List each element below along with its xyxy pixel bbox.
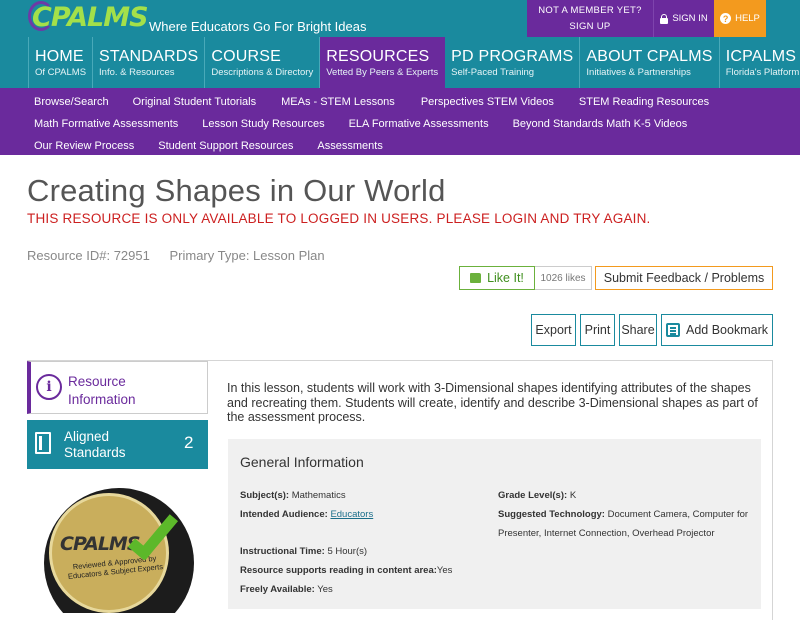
grade-level-label: Grade Level(s):	[498, 490, 568, 501]
sub-nav-meas-stem[interactable]: MEAs - STEM Lessons	[281, 96, 395, 108]
bookmark-icon	[666, 323, 680, 337]
sub-nav-ela-formative[interactable]: ELA Formative Assessments	[349, 118, 489, 130]
sub-nav-review-process[interactable]: Our Review Process	[34, 140, 134, 152]
lock-icon	[660, 13, 669, 24]
sub-nav-student-tutorials[interactable]: Original Student Tutorials	[133, 96, 257, 108]
reading-support-label: Resource supports reading in content are…	[240, 565, 437, 576]
add-bookmark-button[interactable]: Add Bookmark	[661, 314, 773, 346]
reviewed-approved-seal: CPALMS Reviewed & Approved by Educators …	[34, 483, 204, 613]
info-icon: i	[36, 374, 62, 400]
grade-level-value: K	[569, 490, 577, 501]
submit-feedback-button[interactable]: Submit Feedback / Problems	[595, 266, 773, 290]
seal-logo: CPALMS	[60, 533, 141, 555]
suggested-technology-label: Suggested Technology:	[498, 509, 605, 520]
freely-available-value: Yes	[317, 584, 333, 595]
help-icon: ?	[720, 13, 732, 24]
resource-id: Resource ID#: 72951	[27, 248, 150, 263]
sub-nav-row: Math Formative Assessments Lesson Study …	[34, 113, 800, 135]
resource-description: In this lesson, students will work with …	[227, 381, 758, 424]
intended-audience-label: Intended Audience:	[240, 509, 328, 520]
top-bar: CPALMS Where Educators Go For Bright Ide…	[0, 0, 800, 37]
subjects-label: Subject(s):	[240, 490, 290, 501]
share-button[interactable]: Share	[619, 314, 657, 346]
subjects-field: Subject(s): Mathematics	[240, 486, 346, 505]
tab-resource-information[interactable]: i Resource Information	[27, 361, 208, 414]
export-button[interactable]: Export	[531, 314, 576, 346]
sub-nav-browse-search[interactable]: Browse/Search	[34, 96, 109, 108]
sub-nav-row: Browse/Search Original Student Tutorials…	[34, 91, 800, 113]
nav-subtitle: Florida's Platform	[725, 67, 800, 78]
book-icon	[35, 432, 51, 454]
sub-nav-stem-reading[interactable]: STEM Reading Resources	[579, 96, 709, 108]
sign-in-button[interactable]: SIGN IN	[653, 0, 714, 37]
main-nav: HOME Of CPALMS STANDARDS Info. & Resourc…	[0, 37, 800, 88]
instructional-time-field: Instructional Time: 5 Hour(s)	[240, 542, 367, 561]
reading-support-value: Yes	[436, 565, 453, 576]
logo-text: CPALMS	[32, 2, 149, 33]
nav-home[interactable]: HOME Of CPALMS	[28, 37, 94, 88]
sign-up-text: SIGN UP	[569, 21, 611, 32]
instructional-time-label: Instructional Time:	[240, 546, 325, 557]
grade-level-field: Grade Level(s): K	[498, 486, 576, 505]
print-button[interactable]: Print	[580, 314, 615, 346]
resource-meta: Resource ID#: 72951 Primary Type: Lesson…	[27, 248, 325, 263]
sub-nav-lesson-study[interactable]: Lesson Study Resources	[202, 118, 324, 130]
aligned-standards-count: 2	[184, 433, 194, 452]
intended-audience-link[interactable]: Educators	[330, 509, 373, 520]
like-label: Like It!	[487, 271, 524, 285]
add-bookmark-label: Add Bookmark	[686, 323, 768, 337]
aligned-standards-label: Aligned Standards	[64, 429, 126, 460]
freely-available-label: Freely Available:	[240, 584, 315, 595]
nav-subtitle: Info. & Resources	[99, 67, 175, 78]
nav-course[interactable]: COURSE Descriptions & Directory	[205, 37, 321, 88]
sub-nav-beyond-standards[interactable]: Beyond Standards Math K-5 Videos	[513, 118, 688, 130]
nav-title: STANDARDS	[99, 48, 199, 65]
tagline: Where Educators Go For Bright Ideas	[149, 19, 367, 34]
not-member-text: NOT A MEMBER YET?	[538, 5, 642, 16]
general-information-title: General Information	[240, 454, 364, 470]
nav-standards[interactable]: STANDARDS Info. & Resources	[93, 37, 206, 88]
like-button[interactable]: Like It!	[459, 266, 535, 290]
resources-sub-nav: Browse/Search Original Student Tutorials…	[0, 88, 800, 155]
page-title: Creating Shapes in Our World	[27, 173, 446, 208]
instructional-time-value: 5 Hour(s)	[327, 546, 368, 557]
nav-title: RESOURCES	[326, 48, 430, 65]
nav-icpalms[interactable]: ICPALMS Florida's Platform	[720, 37, 800, 88]
nav-subtitle: Descriptions & Directory	[211, 67, 314, 78]
nav-title: ICPALMS	[725, 48, 797, 65]
nav-title: HOME	[35, 48, 84, 65]
nav-subtitle: Of CPALMS	[35, 67, 87, 78]
like-count: 1026 likes	[535, 266, 592, 290]
nav-pd-programs[interactable]: PD PROGRAMS Self-Paced Training	[445, 37, 581, 88]
nav-about[interactable]: ABOUT CPALMS Initiatives & Partnerships	[580, 37, 720, 88]
nav-title: PD PROGRAMS	[451, 48, 574, 65]
tab-aligned-standards[interactable]: Aligned Standards 2	[27, 420, 208, 469]
suggested-technology-field: Suggested Technology: Document Camera, C…	[498, 505, 753, 543]
freely-available-field: Freely Available: Yes	[240, 580, 333, 599]
nav-subtitle: Vetted By Peers & Experts	[326, 67, 439, 78]
sub-nav-math-formative[interactable]: Math Formative Assessments	[34, 118, 178, 130]
thumbs-up-icon	[470, 273, 482, 283]
sign-in-label: SIGN IN	[672, 13, 708, 24]
sub-nav-perspectives-stem[interactable]: Perspectives STEM Videos	[421, 96, 554, 108]
sub-nav-student-support[interactable]: Student Support Resources	[158, 140, 293, 152]
nav-resources[interactable]: RESOURCES Vetted By Peers & Experts	[320, 37, 446, 88]
general-information-panel: General Information Subject(s): Mathemat…	[228, 439, 761, 609]
subjects-value: Mathematics	[291, 490, 346, 501]
intended-audience-field: Intended Audience: Educators	[240, 505, 373, 524]
nav-title: COURSE	[211, 48, 281, 65]
sign-up-button[interactable]: NOT A MEMBER YET? SIGN UP	[527, 0, 653, 37]
sub-nav-assessments[interactable]: Assessments	[317, 140, 382, 152]
help-button[interactable]: ? HELP	[714, 0, 766, 37]
sub-nav-row: Our Review Process Student Support Resou…	[34, 135, 800, 157]
reading-support-field: Resource supports reading in content are…	[240, 561, 452, 580]
help-label: HELP	[735, 13, 760, 24]
resource-information-label: Resource Information	[68, 374, 136, 407]
nav-subtitle: Initiatives & Partnerships	[586, 67, 691, 78]
nav-subtitle: Self-Paced Training	[451, 67, 535, 78]
primary-type: Primary Type: Lesson Plan	[169, 248, 325, 263]
cpalms-logo[interactable]: CPALMS	[28, 0, 149, 37]
login-warning: THIS RESOURCE IS ONLY AVAILABLE TO LOGGE…	[27, 211, 651, 226]
nav-title: ABOUT CPALMS	[586, 48, 713, 65]
